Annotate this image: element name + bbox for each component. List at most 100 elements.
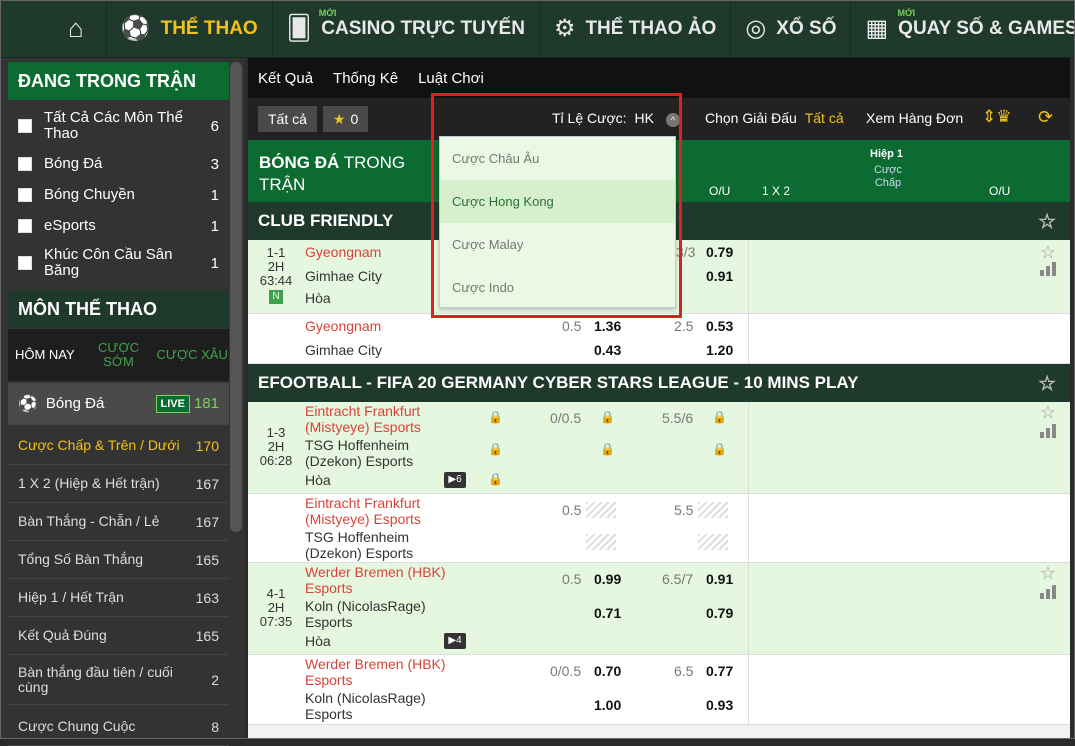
refresh-icon[interactable]: ⟳ <box>1038 107 1053 128</box>
sidebar-menu-item[interactable]: Bàn Thắng - Chẵn / Lẻ 167 <box>8 503 229 541</box>
menu-item-count: 8 <box>211 718 219 735</box>
col-ou: O/U <box>709 184 731 198</box>
nav-sports[interactable]: ⚽ THỂ THAO <box>107 0 273 58</box>
star-outline-icon[interactable]: ☆ <box>1038 371 1056 396</box>
odds-option-malay[interactable]: Cược Malay <box>440 223 675 266</box>
stats-icon[interactable] <box>1040 424 1056 438</box>
star-outline-icon[interactable]: ☆ <box>1040 402 1056 423</box>
sidebar-menu-item[interactable]: Bàn thắng đầu tiên / cuối cùng 2 <box>8 655 229 705</box>
home-icon: ⌂ <box>68 13 84 43</box>
handicap-line: 0.5 <box>562 318 582 334</box>
home-team: Eintracht Frankfurt (Mistyeye) Esports <box>305 403 421 435</box>
checkbox[interactable] <box>18 157 32 171</box>
stats-icon[interactable] <box>1040 262 1056 276</box>
nav-lottery[interactable]: ◎ XỔ SỐ <box>731 0 852 58</box>
favorites-button[interactable]: ★ 0 <box>322 106 369 132</box>
odds-away[interactable]: 0.43 <box>594 342 621 358</box>
checkbox[interactable] <box>18 219 32 233</box>
odds-option-decimal[interactable]: Cược Châu Âu <box>440 137 675 180</box>
odds-home[interactable]: 1.36 <box>594 318 621 334</box>
sidebar-menu-item[interactable]: Cược Chấp & Trên / Dưới 170 <box>8 427 229 465</box>
single-view-button[interactable]: Xem Hàng Đơn <box>866 110 963 126</box>
stats-icon[interactable] <box>1040 585 1056 599</box>
odds-option-hongkong[interactable]: Cược Hong Kong <box>440 180 675 223</box>
tab-results[interactable]: Kết Quả <box>258 70 313 87</box>
neutral-badge: N <box>269 290 283 304</box>
checkbox[interactable] <box>18 188 32 202</box>
match-status: 4-1 2H 07:35 <box>259 586 293 629</box>
live-item-all[interactable]: Tất Cả Các Môn Thể Thao 6 <box>8 108 229 144</box>
odds-away[interactable]: 1.00 <box>594 697 621 713</box>
live-item-esports[interactable]: eSports 1 <box>8 212 229 240</box>
star-icon: ★ <box>332 110 346 127</box>
odds-over[interactable]: 0.77 <box>706 663 733 679</box>
match-status: 1-3 2H 06:28 <box>259 425 293 468</box>
checkbox[interactable] <box>18 119 32 133</box>
sub-tabs: Kết Quả Thống Kê Luật Chơi <box>248 58 1070 98</box>
tab-rules[interactable]: Luật Chơi <box>418 70 484 87</box>
odds-over[interactable]: 0.53 <box>706 318 733 334</box>
menu-item-label: Bàn Thắng - Chẵn / Lẻ <box>18 513 160 529</box>
nav-virtual-sports[interactable]: ⚙ THỂ THAO ẢO <box>540 0 732 58</box>
odds-over[interactable]: 0.79 <box>706 244 733 260</box>
odds-over[interactable]: 0.91 <box>706 571 733 587</box>
home-team: Werder Bremen (HBK) Esports <box>305 564 446 596</box>
cards-icon: 🂠 <box>286 15 312 42</box>
league-header[interactable]: EFOOTBALL - FIFA 20 GERMANY CYBER STARS … <box>248 364 1070 402</box>
odds-under[interactable]: 0.91 <box>706 268 733 284</box>
match-row: 4-1 2H 07:35 Werder Bremen (HBK) Esports K… <box>248 563 1070 655</box>
col-handicap: Cược Chấp <box>873 164 903 189</box>
odds-away[interactable]: 0.71 <box>594 605 621 621</box>
live-item-ice-hockey[interactable]: Khúc Côn Cầu Sân Băng 1 <box>8 245 229 281</box>
section-title: BÓNG ĐÁ TRONG TRẬN <box>259 153 406 194</box>
odds-type-selector[interactable]: Tỉ Lệ Cược: HK ^ <box>552 110 680 127</box>
sidebar-menu-item[interactable]: Kết Quả Đúng 165 <box>8 617 229 655</box>
menu-item-label: 1 X 2 (Hiệp & Hết trận) <box>18 475 160 491</box>
checkbox[interactable] <box>18 256 32 270</box>
league-selector[interactable]: Chọn Giải Đấu Tất cả <box>705 110 844 126</box>
lock-icon: 🔒 <box>488 472 503 486</box>
menu-item-label: Hiệp 1 / Hết Trận <box>18 589 124 605</box>
star-outline-icon[interactable]: ☆ <box>1038 209 1056 234</box>
sidebar-menu-item[interactable]: Tổng Số Bàn Thắng 165 <box>8 541 229 579</box>
tab-early[interactable]: CƯỢC SỚM <box>82 341 156 369</box>
live-item-football[interactable]: Bóng Đá 3 <box>8 150 229 178</box>
ou-line: 5.5/6 <box>662 410 694 426</box>
sidebar-menu-item[interactable]: 1 X 2 (Hiệp & Hết trận) 167 <box>8 465 229 503</box>
sidebar-menu-item[interactable]: Hiệp 1 / Hết Trận 163 <box>8 579 229 617</box>
home-button[interactable]: ⌂ <box>0 0 107 58</box>
tab-parlay[interactable]: CƯỢC XÂU <box>155 348 229 362</box>
menu-item-label: Kết Quả Đúng <box>18 627 107 643</box>
menu-item-count: 2 <box>211 671 219 688</box>
odds-under[interactable]: 0.79 <box>706 605 733 621</box>
tab-statistics[interactable]: Thống Kê <box>333 70 398 87</box>
odds-under[interactable]: 1.20 <box>706 342 733 358</box>
star-outline-icon[interactable]: ☆ <box>1040 242 1056 263</box>
away-team: Gimhae City <box>305 342 383 358</box>
odds-option-indo[interactable]: Cược Indo <box>440 266 675 309</box>
sport-football[interactable]: ⚽ Bóng Đá LIVE 181 <box>8 383 229 425</box>
home-team: Gyeongnam <box>305 318 382 334</box>
sidebar-scrollbar[interactable] <box>230 62 242 532</box>
sidebar-menu-item[interactable]: Cược Chung Cuộc 8 <box>8 708 229 746</box>
star-outline-icon[interactable]: ☆ <box>1040 563 1056 584</box>
odds-under[interactable]: 0.93 <box>706 697 733 713</box>
sports-tabs: HÔM NAY CƯỢC SỚM CƯỢC XÂU <box>8 329 229 381</box>
nav-games[interactable]: MỚI ▦ QUAY SỐ & GAMES <box>851 0 1075 58</box>
col-1x2: 1 X 2 <box>762 184 791 198</box>
trophy-sort-icon[interactable]: ⇕♛ <box>982 107 1011 127</box>
all-button[interactable]: Tất cả <box>258 106 317 132</box>
tab-today[interactable]: HÔM NAY <box>8 348 82 362</box>
odds-home[interactable]: 0.70 <box>594 663 621 679</box>
virtual-sports-icon: ⚙ <box>553 15 576 42</box>
match-row: Werder Bremen (HBK) Esports Koln (Nicola… <box>248 655 1070 725</box>
odds-home[interactable]: 0.99 <box>594 571 621 587</box>
live-item-volleyball[interactable]: Bóng Chuyền 1 <box>8 181 229 209</box>
handicap-line: 0/0.5 <box>550 663 582 679</box>
nav-casino[interactable]: MỚI 🂠 CASINO TRỰC TUYẾN <box>273 0 540 58</box>
soccer-ball-icon: ⚽ <box>18 395 38 413</box>
ou-line: 2.5 <box>674 318 694 334</box>
away-team: Koln (NicolasRage) Esports <box>305 690 426 722</box>
ou-line: 5.5 <box>674 502 694 518</box>
draw-label: Hòa <box>305 290 331 306</box>
